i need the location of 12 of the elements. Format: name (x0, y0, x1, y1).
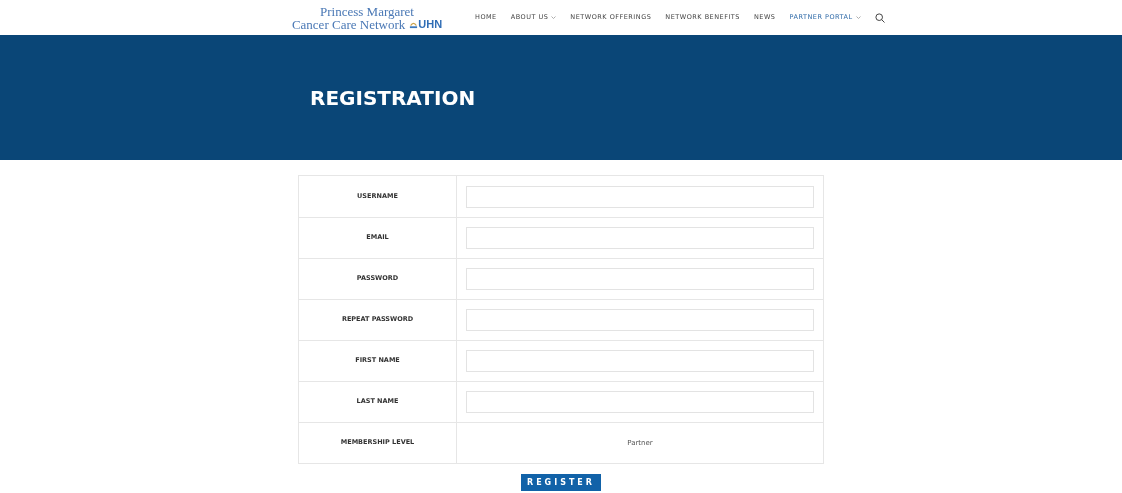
input-field[interactable] (466, 309, 814, 331)
page-title: REGISTRATION (310, 84, 476, 112)
input-field[interactable] (466, 350, 814, 372)
input-field[interactable] (466, 227, 814, 249)
register-button[interactable]: REGISTER (521, 474, 601, 491)
logo-text: Princess Margaret (320, 4, 414, 18)
logo-text: Cancer Care Network (291, 17, 406, 31)
input-field[interactable] (466, 268, 814, 290)
input-field[interactable] (466, 185, 814, 208)
logo-mark: UHN (418, 17, 443, 31)
input-field[interactable] (466, 391, 814, 413)
search-icon[interactable] (874, 12, 885, 23)
